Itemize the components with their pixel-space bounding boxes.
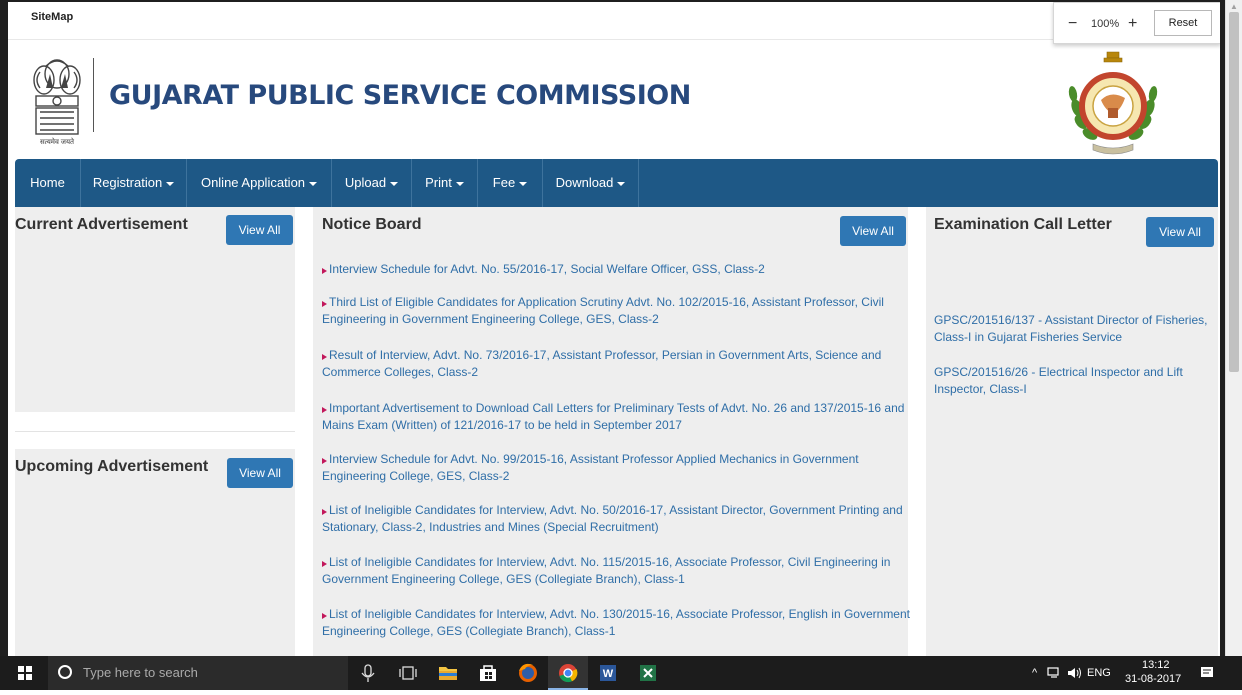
window-frame-left — [0, 0, 8, 656]
exam-call-letter-item[interactable]: GPSC/201516/137 - Assistant Director of … — [934, 312, 1214, 346]
nav-download[interactable]: Download — [543, 159, 639, 207]
current-advertisement-view-all-button[interactable]: View All — [226, 215, 293, 245]
nav-print-label: Print — [425, 175, 452, 190]
bullet-arrow-icon — [322, 354, 327, 360]
nav-upload[interactable]: Upload — [332, 159, 412, 207]
notice-item-text: Interview Schedule for Advt. No. 55/2016… — [329, 262, 765, 276]
exam-call-letter-item[interactable]: GPSC/201516/26 - Electrical Inspector an… — [934, 364, 1214, 398]
notice-item[interactable]: Third List of Eligible Candidates for Ap… — [322, 294, 912, 328]
caret-down-icon — [309, 181, 318, 186]
scrollbar-thumb[interactable] — [1229, 12, 1239, 372]
taskbar-search-box[interactable]: Type here to search — [48, 656, 348, 690]
section-divider — [15, 431, 295, 432]
bullet-arrow-icon — [322, 509, 327, 515]
network-icon[interactable] — [1046, 666, 1062, 680]
nav-registration-label: Registration — [92, 175, 163, 190]
notice-item-text: Third List of Eligible Candidates for Ap… — [322, 295, 884, 326]
sitemap-link[interactable]: SiteMap — [31, 11, 73, 23]
notice-item-text: List of Ineligible Candidates for Interv… — [322, 607, 910, 638]
bullet-arrow-icon — [322, 458, 327, 464]
nav-home[interactable]: Home — [15, 159, 81, 207]
notice-item-text: Interview Schedule for Advt. No. 99/2015… — [322, 452, 859, 483]
bullet-arrow-icon — [322, 613, 327, 619]
bullet-arrow-icon — [322, 268, 327, 274]
microphone-icon[interactable] — [348, 656, 388, 690]
notice-item-text: Result of Interview, Advt. No. 73/2016-1… — [322, 348, 882, 379]
nav-online-application-label: Online Application — [200, 175, 306, 190]
main-nav: Home Registration Online Application Upl… — [15, 159, 1218, 207]
cortana-icon — [58, 665, 72, 679]
clock-date[interactable]: 31-08-2017 — [1125, 673, 1181, 685]
zoom-popup: − 100% + Reset — [1053, 2, 1220, 44]
windows-taskbar: Type here to search W ^ ENG 13:12 31-08-… — [0, 656, 1242, 690]
firefox-icon[interactable] — [508, 656, 548, 690]
nav-fee-label: Fee — [492, 175, 516, 190]
nav-registration[interactable]: Registration — [81, 159, 187, 207]
notice-item[interactable]: List of Ineligible Candidates for Interv… — [322, 502, 912, 536]
bullet-arrow-icon — [322, 301, 327, 307]
page-content: SiteMap − 100% + Reset सत्यमेव जयते GUJA… — [8, 2, 1220, 656]
notice-item[interactable]: List of Ineligible Candidates for Interv… — [322, 554, 912, 588]
notice-item[interactable]: List of Ineligible Candidates for Interv… — [322, 606, 912, 640]
input-language[interactable]: ENG — [1087, 667, 1111, 679]
upcoming-advertisement-view-all-button[interactable]: View All — [227, 458, 293, 488]
nav-upload-label: Upload — [344, 175, 387, 190]
caret-down-icon — [166, 181, 175, 186]
bullet-arrow-icon — [322, 407, 327, 413]
notice-item[interactable]: Result of Interview, Advt. No. 73/2016-1… — [322, 347, 912, 381]
scroll-up-icon[interactable]: ▲ — [1230, 2, 1238, 11]
emblem-motto: सत्यमेव जयते — [39, 139, 75, 146]
windows-start-icon[interactable] — [18, 666, 32, 680]
notice-item-text: List of Ineligible Candidates for Interv… — [322, 555, 891, 586]
emblem-icon — [33, 59, 81, 135]
notice-item-text: Important Advertisement to Download Call… — [322, 401, 905, 432]
nav-print[interactable]: Print — [412, 159, 478, 207]
caret-down-icon — [455, 181, 464, 186]
gpsc-logo — [1063, 48, 1163, 160]
top-utility-bar: SiteMap — [8, 2, 1220, 40]
action-center-icon[interactable] — [1199, 666, 1215, 680]
zoom-reset-button[interactable]: Reset — [1154, 10, 1212, 36]
chrome-icon[interactable] — [548, 656, 588, 690]
nav-download-label: Download — [555, 175, 614, 190]
clock-time[interactable]: 13:12 — [1142, 659, 1170, 671]
notice-item-text: List of Ineligible Candidates for Interv… — [322, 503, 903, 534]
svg-text:W: W — [603, 668, 614, 680]
caret-down-icon — [617, 181, 626, 186]
volume-icon[interactable] — [1066, 666, 1082, 680]
upcoming-advertisement-title: Upcoming Advertisement — [15, 458, 209, 475]
notice-board-title: Notice Board — [322, 216, 422, 233]
nav-online-application[interactable]: Online Application — [187, 159, 332, 207]
current-advertisement-title: Current Advertisement — [15, 216, 188, 233]
caret-down-icon — [390, 181, 399, 186]
nav-fee[interactable]: Fee — [478, 159, 543, 207]
file-explorer-icon[interactable] — [428, 656, 468, 690]
exam-call-letter-title: Examination Call Letter — [934, 216, 1112, 233]
nav-home-label: Home — [30, 175, 65, 190]
exam-call-letter-view-all-button[interactable]: View All — [1146, 217, 1214, 247]
zoom-in-button[interactable]: + — [1128, 15, 1137, 33]
zoom-level: 100% — [1091, 18, 1120, 30]
show-hidden-icons-icon[interactable]: ^ — [1032, 667, 1037, 679]
caret-down-icon — [519, 181, 528, 186]
notice-item[interactable]: Interview Schedule for Advt. No. 55/2016… — [322, 261, 912, 278]
bullet-arrow-icon — [322, 561, 327, 567]
store-icon[interactable] — [468, 656, 508, 690]
zoom-out-button[interactable]: − — [1068, 15, 1077, 33]
exam-call-letter-panel — [926, 207, 1218, 656]
vertical-scrollbar[interactable]: ▲ — [1225, 0, 1242, 656]
site-title[interactable]: GUJARAT PUBLIC SERVICE COMMISSION — [109, 80, 691, 111]
taskbar-search-placeholder: Type here to search — [83, 665, 198, 680]
task-view-icon[interactable] — [388, 656, 428, 690]
national-emblem-logo: सत्यमेव जयते — [22, 52, 92, 152]
excel-icon[interactable] — [628, 656, 668, 690]
header-divider — [93, 58, 94, 132]
gpsc-seal-icon — [1068, 51, 1158, 155]
notice-item[interactable]: Important Advertisement to Download Call… — [322, 400, 912, 434]
notice-item[interactable]: Interview Schedule for Advt. No. 99/2015… — [322, 451, 912, 485]
word-icon[interactable]: W — [588, 656, 628, 690]
notice-board-view-all-button[interactable]: View All — [840, 216, 906, 246]
